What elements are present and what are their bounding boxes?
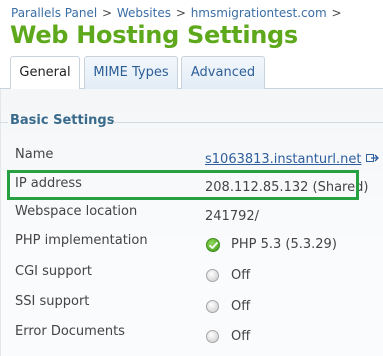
cgi-value: Off — [231, 268, 251, 283]
breadcrumb-link-domain[interactable]: hmsmigrationtest.com — [191, 6, 327, 20]
breadcrumb-separator: > — [331, 6, 342, 20]
ssi-label: SSI support — [15, 294, 90, 309]
ip-highlight-box — [7, 170, 359, 200]
name-value: s1063813.instanturl.net — [205, 152, 379, 167]
breadcrumb-link-panel[interactable]: Parallels Panel — [11, 6, 97, 20]
breadcrumb-separator: > — [175, 6, 186, 20]
cgi-label: CGI support — [15, 264, 93, 279]
tab-bar: General MIME Types Advanced — [0, 55, 383, 90]
php-label: PHP implementation — [15, 233, 148, 248]
radio-off-icon — [206, 330, 219, 343]
name-label: Name — [15, 147, 54, 162]
section-title: Basic Settings — [10, 113, 115, 128]
page-title: Web Hosting Settings — [10, 21, 298, 49]
webspace-label: Webspace location — [15, 204, 138, 219]
settings-panel — [0, 89, 383, 356]
radio-off-icon — [206, 300, 219, 313]
php-value: PHP 5.3 (5.3.29) — [231, 237, 337, 252]
site-name-link[interactable]: s1063813.instanturl.net — [205, 152, 362, 167]
ssi-value: Off — [231, 299, 251, 314]
breadcrumb-link-websites[interactable]: Websites — [117, 6, 171, 20]
external-link-icon[interactable] — [365, 152, 379, 167]
error-documents-label: Error Documents — [15, 324, 125, 339]
tab-advanced[interactable]: Advanced — [181, 56, 265, 89]
tab-general[interactable]: General — [10, 56, 80, 90]
webspace-value: 241792/ — [205, 209, 260, 224]
section-divider — [0, 122, 8, 123]
section-divider — [113, 122, 383, 123]
radio-off-icon — [206, 269, 219, 282]
tab-mime-types[interactable]: MIME Types — [84, 56, 178, 89]
error-documents-value: Off — [231, 329, 251, 344]
breadcrumb: Parallels Panel > Websites > hmsmigratio… — [11, 6, 343, 20]
check-ok-icon — [206, 238, 220, 252]
breadcrumb-separator: > — [102, 6, 113, 20]
